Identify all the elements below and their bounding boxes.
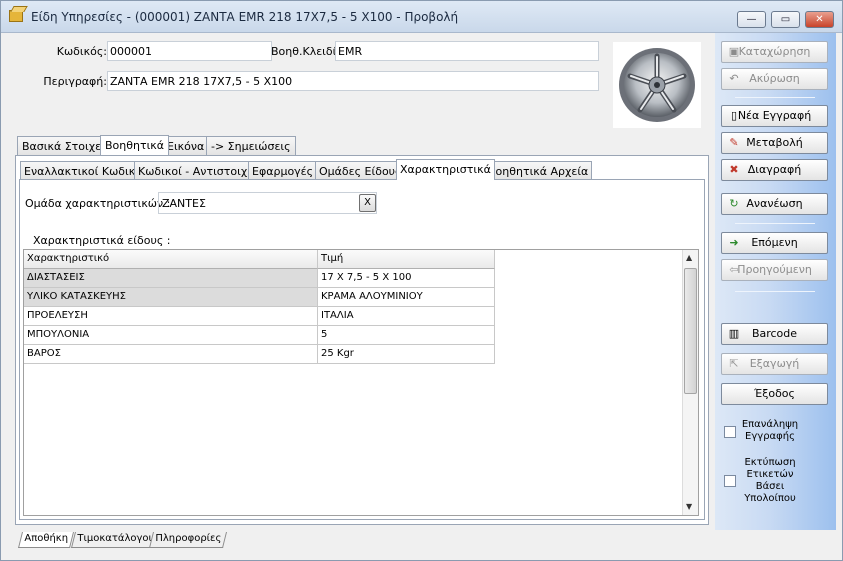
new-record-button[interactable]: ▯ Νέα Εγγραφή	[721, 105, 828, 127]
group-field[interactable]: ΖΑΝΤΕΣ	[158, 192, 377, 214]
grid-header: Χαρακτηριστικό Τιμή	[24, 250, 495, 269]
box-icon	[9, 10, 23, 22]
code-label: Κωδικός:	[56, 45, 107, 58]
characteristic-name: ΒΑΡΟΣ	[24, 345, 318, 364]
exit-button[interactable]: Έξοδος	[721, 383, 828, 405]
scroll-thumb[interactable]	[684, 268, 697, 394]
table-row[interactable]: ΜΠΟΥΛΟΝΙΑ 5	[24, 326, 495, 345]
bottom-tab-warehouse[interactable]: Αποθήκη	[18, 532, 74, 548]
subtab-characteristics[interactable]: Χαρακτηριστικά	[396, 159, 495, 180]
barcode-button[interactable]: ▥ Barcode	[721, 323, 828, 345]
subtab-auxiliary-files[interactable]: Βοηθητικά Αρχεία	[484, 161, 593, 180]
characteristic-value[interactable]: 5	[318, 326, 495, 345]
bottom-tab-information[interactable]: Πληροφορίες	[149, 532, 227, 548]
separator	[735, 223, 815, 224]
characteristic-value[interactable]: 17 X 7,5 - 5 X 100	[318, 269, 495, 288]
repeat-record-label: Επανάληψη Εγγραφής	[741, 419, 799, 442]
separator	[735, 291, 815, 292]
delete-document-icon: ✖	[729, 163, 739, 176]
repeat-record-checkbox[interactable]	[724, 426, 736, 438]
characteristics-list-label: Χαρακτηριστικά είδους :	[33, 234, 171, 247]
scroll-down-icon[interactable]: ▼	[686, 502, 692, 511]
characteristic-name: ΥΛΙΚΟ ΚΑΤΑΣΚΕΥΗΣ	[24, 288, 318, 307]
edit-button[interactable]: ✎ Μεταβολή	[721, 132, 828, 154]
next-button[interactable]: ➜ Επόμενη	[721, 232, 828, 254]
group-label: Ομάδα χαρακτηριστικών :	[25, 197, 171, 210]
characteristic-name: ΔΙΑΣΤΑΣΕΙΣ	[24, 269, 318, 288]
code-field[interactable]: 000001	[107, 41, 272, 61]
aux-key-label: Βοηθ.Κλειδί:	[271, 45, 341, 58]
scroll-up-icon[interactable]: ▲	[686, 253, 692, 262]
window-title: Είδη Υπηρεσίες - (000001) ΖΑΝΤΑ EMR 218 …	[31, 10, 459, 24]
export-button[interactable]: ⇱ Εξαγωγή	[721, 353, 828, 375]
subtab-applications[interactable]: Εφαρμογές	[248, 161, 318, 180]
new-document-icon: ▯	[730, 109, 738, 122]
characteristic-value[interactable]: ΙΤΑΛΙΑ	[318, 307, 495, 326]
edit-document-icon: ✎	[729, 136, 739, 149]
maximize-button[interactable]: ▭	[771, 11, 800, 28]
clear-group-button[interactable]: X	[359, 194, 376, 212]
undo-icon: ↶	[729, 72, 739, 85]
print-labels-label: Εκτύπωση Ετικετών Βάσει Υπολοίπου	[744, 457, 796, 504]
subtab-alternative-codes[interactable]: Εναλλακτικοί Κωδικοί	[20, 161, 150, 180]
characteristic-value[interactable]: 25 Kgr	[318, 345, 495, 364]
characteristic-value[interactable]: ΚΡΑΜΑ ΑΛΟΥΜΙΝΙΟΥ	[318, 288, 495, 307]
save-button[interactable]: ▣ Καταχώρηση	[721, 41, 828, 63]
table-row[interactable]: ΒΑΡΟΣ 25 Kgr	[24, 345, 495, 364]
characteristic-name: ΠΡΟΕΛΕΥΣΗ	[24, 307, 318, 326]
title-bar: Είδη Υπηρεσίες - (000001) ΖΑΝΤΑ EMR 218 …	[1, 1, 842, 33]
export-icon: ⇱	[729, 357, 739, 370]
grid-scrollbar[interactable]: ▲ ▼	[682, 250, 698, 515]
previous-button[interactable]: ⇦ Προηγούμενη	[721, 259, 828, 281]
item-window: Είδη Υπηρεσίες - (000001) ΖΑΝΤΑ EMR 218 …	[0, 0, 843, 561]
wheel-rim-image	[613, 42, 701, 128]
arrow-left-icon: ⇦	[729, 263, 739, 276]
arrow-right-icon: ➜	[729, 236, 739, 249]
tab-image[interactable]: Εικόνα	[162, 136, 210, 155]
characteristics-grid[interactable]: Χαρακτηριστικό Τιμή ΔΙΑΣΤΑΣΕΙΣ 17 X 7,5 …	[23, 249, 699, 516]
refresh-icon: ↻	[729, 197, 739, 210]
characteristic-name: ΜΠΟΥΛΟΝΙΑ	[24, 326, 318, 345]
description-field[interactable]: ΖΑΝΤΑ EMR 218 17X7,5 - 5 X100	[107, 71, 599, 91]
table-row[interactable]: ΔΙΑΣΤΑΣΕΙΣ 17 X 7,5 - 5 X 100	[24, 269, 495, 288]
print-labels-checkbox[interactable]	[724, 475, 736, 487]
table-row[interactable]: ΥΛΙΚΟ ΚΑΤΑΣΚΕΥΗΣ ΚΡΑΜΑ ΑΛΟΥΜΙΝΙΟΥ	[24, 288, 495, 307]
close-button[interactable]: ✕	[805, 11, 834, 28]
delete-button[interactable]: ✖ Διαγραφή	[721, 159, 828, 181]
tab-notes[interactable]: -> Σημειώσεις	[206, 136, 296, 155]
separator	[735, 97, 815, 98]
table-row[interactable]: ΠΡΟΕΛΕΥΣΗ ΙΤΑΛΙΑ	[24, 307, 495, 326]
refresh-button[interactable]: ↻ Ανανέωση	[721, 193, 828, 215]
bottom-tab-price-lists[interactable]: Τιμοκατάλογοι	[71, 532, 158, 548]
subtab-item-groups[interactable]: Ομάδες Είδους	[315, 161, 406, 180]
tab-auxiliary[interactable]: Βοηθητικά	[100, 135, 170, 155]
barcode-icon: ▥	[728, 327, 740, 340]
save-icon: ▣	[728, 45, 740, 58]
description-label: Περιγραφή:	[43, 75, 107, 88]
column-header-characteristic[interactable]: Χαρακτηριστικό	[24, 250, 318, 269]
minimize-button[interactable]: —	[737, 11, 766, 28]
column-header-value[interactable]: Τιμή	[318, 250, 495, 269]
aux-key-field[interactable]: EMR	[335, 41, 599, 61]
cancel-button[interactable]: ↶ Ακύρωση	[721, 68, 828, 90]
